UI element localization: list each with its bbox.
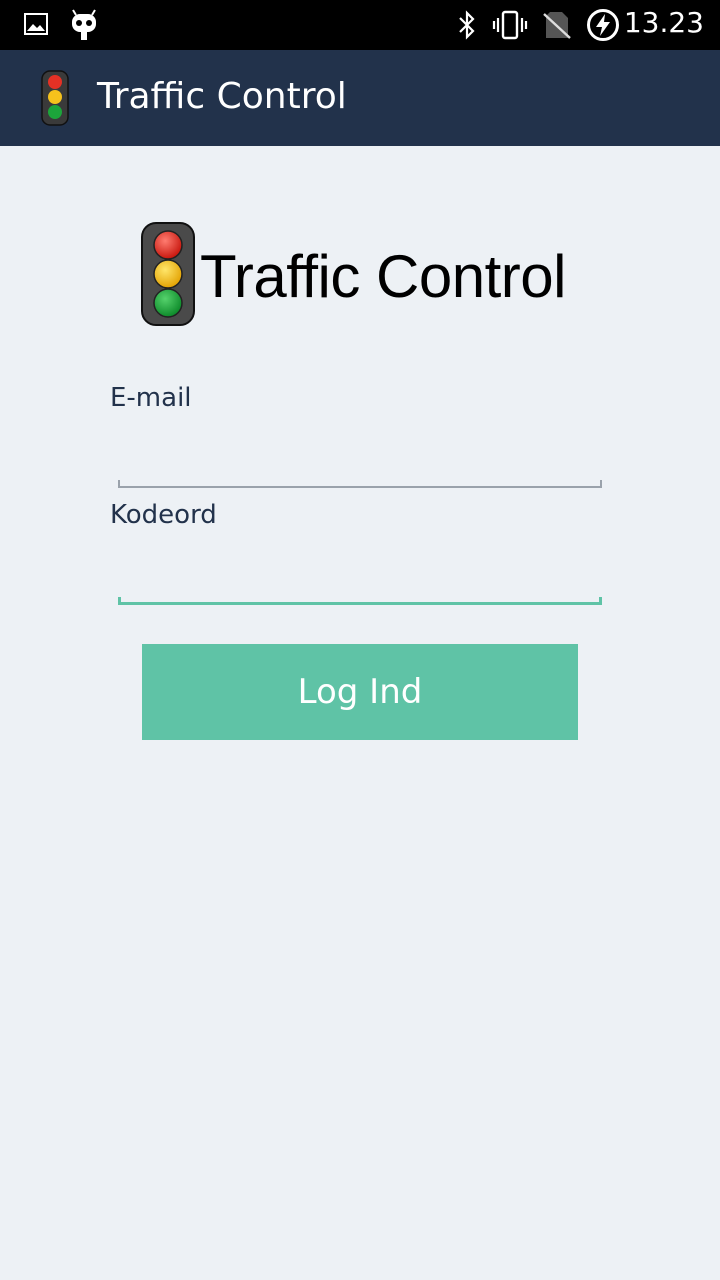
- traffic-light-icon: [38, 70, 72, 130]
- no-sim-icon: [542, 10, 572, 44]
- status-time: 13.23: [623, 6, 704, 39]
- email-underline: [118, 480, 602, 488]
- battery-charging-icon: [586, 8, 620, 46]
- login-button[interactable]: Log Ind: [142, 644, 578, 740]
- android-debug-icon: [70, 8, 98, 46]
- app-title: Traffic Control: [97, 76, 347, 117]
- bluetooth-icon: [456, 10, 478, 44]
- password-field[interactable]: [118, 548, 602, 596]
- email-label: E-mail: [110, 383, 192, 413]
- app-bar: Traffic Control: [0, 50, 720, 146]
- logo-text: Traffic Control: [200, 243, 566, 310]
- password-label: Kodeord: [110, 500, 217, 530]
- email-field[interactable]: [118, 432, 602, 480]
- password-underline: [118, 597, 602, 605]
- image-icon: [24, 12, 48, 40]
- traffic-light-icon: [140, 222, 196, 330]
- vibrate-icon: [492, 10, 528, 44]
- status-bar: 13.23: [0, 0, 720, 50]
